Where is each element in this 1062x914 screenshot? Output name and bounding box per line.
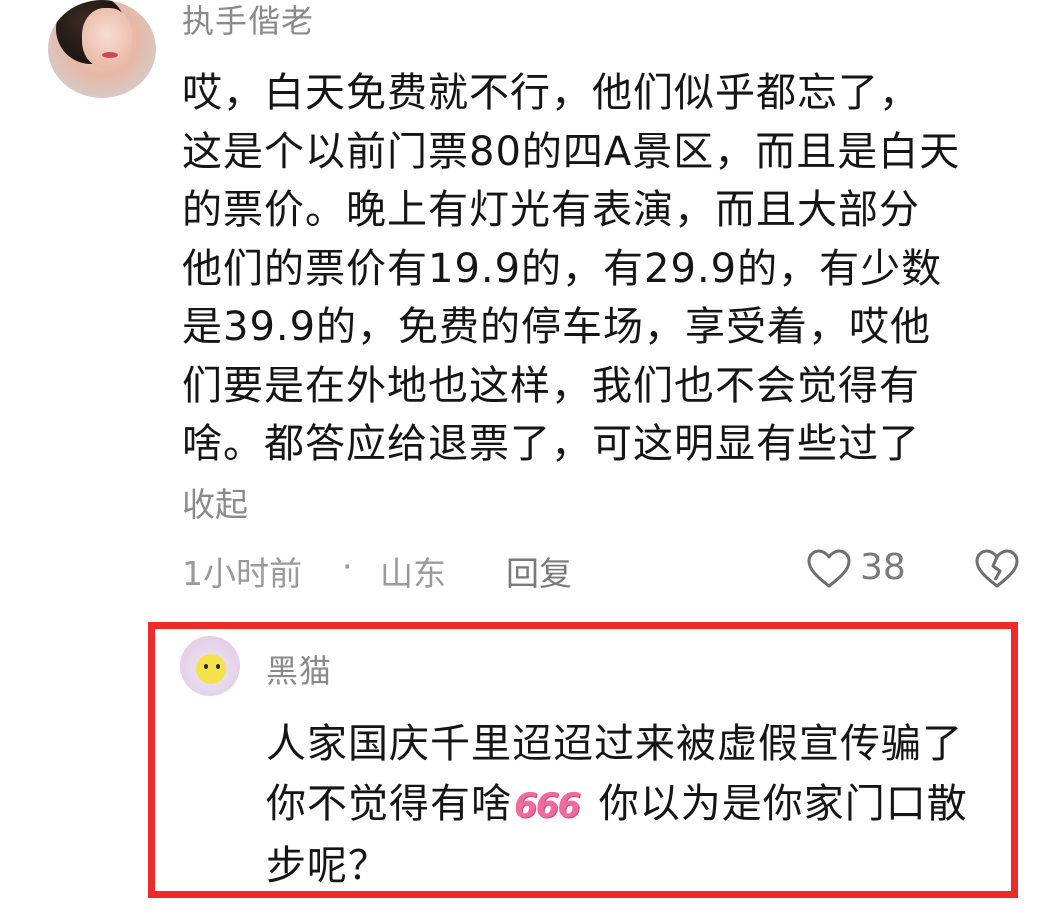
comment-line: 哎，白天免费就不行，他们似乎都忘了， bbox=[182, 70, 920, 116]
emoji-666-icon: 666 bbox=[514, 786, 581, 826]
replier-username[interactable]: 黑猫 bbox=[266, 646, 332, 692]
heart-outline-icon[interactable] bbox=[806, 548, 852, 590]
reply-text-segment: 你以为是你家门口散 bbox=[584, 781, 968, 827]
comment-line: 啥。都答应给退票了，可这明显有些过了 bbox=[182, 421, 920, 467]
comment-line: 这是个以前门票80的四A景区，而且是白天 bbox=[182, 128, 961, 175]
comment-line: 是39.9的，免费的停车场，享受着，哎他 bbox=[182, 304, 932, 350]
like-count: 38 bbox=[860, 547, 906, 588]
collapse-button[interactable]: 收起 bbox=[182, 478, 248, 526]
commenter-avatar[interactable] bbox=[48, 0, 156, 98]
reply-line: 步呢？ bbox=[266, 843, 389, 889]
comment-body: 哎，白天免费就不行，他们似乎都忘了， 这是个以前门票80的四A景区，而且是白天 … bbox=[182, 64, 1012, 474]
replier-avatar[interactable] bbox=[180, 636, 240, 696]
comment-time: 1小时前 bbox=[182, 554, 302, 593]
reply-button[interactable]: 回复 bbox=[506, 547, 572, 595]
reply-text-segment: 你不觉得有啥 bbox=[266, 781, 512, 827]
reply-line: 人家国庆千里迢迢过来被虚假宣传骗了 bbox=[266, 721, 963, 767]
comment-line: 他们的票价有19.9的，有29.9的，有少数 bbox=[182, 245, 943, 292]
comment-line: 的票价。晚上有灯光有表演，而且大部分 bbox=[182, 187, 920, 233]
meta-separator: · bbox=[342, 547, 353, 586]
reply-body: 人家国庆千里迢迢过来被虚假宣传骗了 你不觉得有啥666 你以为是你家门口散 步呢… bbox=[266, 714, 1006, 896]
reply-line: 你不觉得有啥666 你以为是你家门口散 bbox=[266, 774, 1006, 836]
commenter-username[interactable]: 执手偕老 bbox=[182, 0, 314, 42]
broken-heart-icon[interactable] bbox=[974, 548, 1020, 590]
comment-location: 山东 bbox=[380, 554, 446, 593]
comment-line: 们要是在外地也这样，我们也不会觉得有 bbox=[182, 362, 920, 409]
